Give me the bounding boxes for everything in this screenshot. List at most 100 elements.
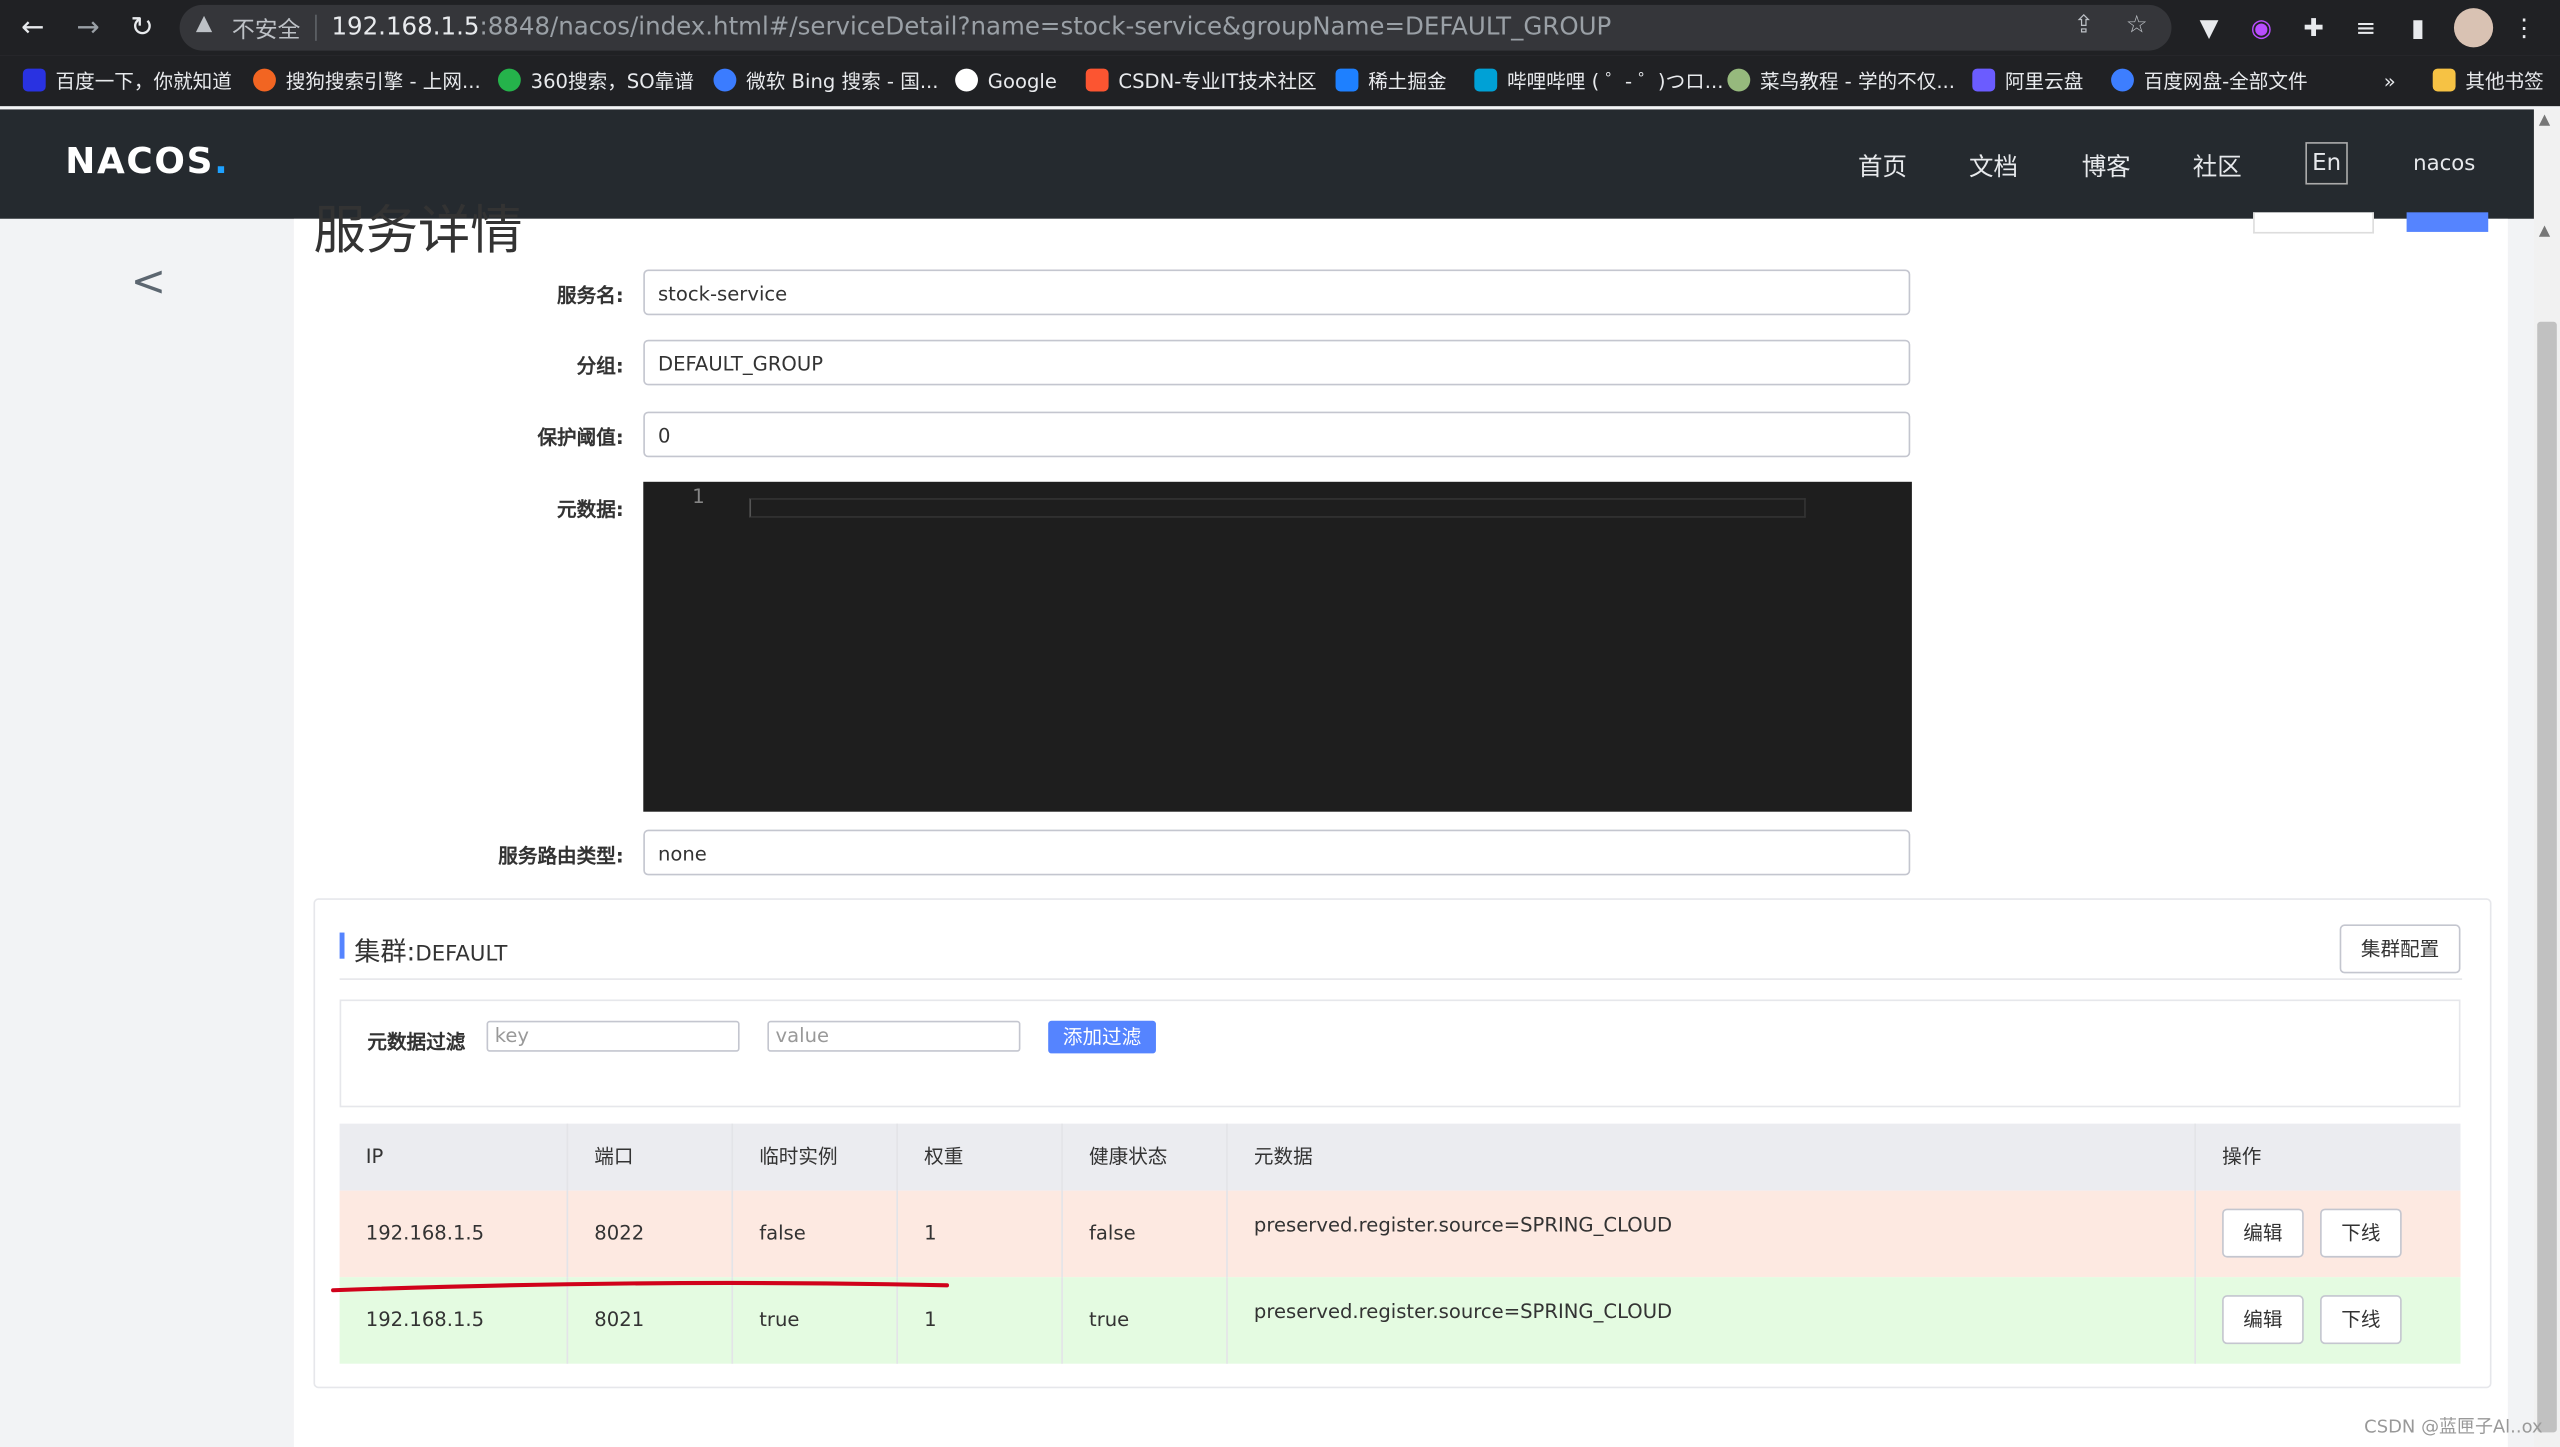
title-action-button[interactable] xyxy=(2253,212,2374,234)
service-detail-panel: 服务详情 服务名: stock-service 分组: DEFAULT_GROU… xyxy=(293,199,2508,1447)
edit-button[interactable]: 编辑 xyxy=(2222,1295,2304,1345)
reload-icon[interactable]: ↻ xyxy=(122,8,161,47)
browser-toolbar: ← → ↻ ▲ 不安全 192.168.1.5:8848/nacos/index… xyxy=(0,0,2560,56)
bookmark-aliyundrive[interactable]: 阿里云盘 xyxy=(1972,67,2083,96)
header-weight: 权重 xyxy=(898,1123,1063,1191)
cluster-accent-bar xyxy=(339,932,345,959)
profile-avatar[interactable] xyxy=(2453,8,2494,48)
nav-community[interactable]: 社区 xyxy=(2193,149,2242,183)
edit-button[interactable]: 编辑 xyxy=(2222,1208,2304,1258)
nav-docs[interactable]: 文档 xyxy=(1969,149,2018,183)
cell-ip: 192.168.1.5 xyxy=(340,1190,569,1278)
cell-port: 8021 xyxy=(568,1277,734,1364)
scroll-mid-icon[interactable]: ▲ xyxy=(2539,224,2550,240)
selector-type-label: 服务路由类型: xyxy=(498,844,624,868)
back-arrow-icon[interactable]: < xyxy=(131,258,167,307)
title-primary-button[interactable] xyxy=(2406,212,2489,232)
editor-line-number: 1 xyxy=(692,485,705,508)
sidepanel-icon[interactable]: ▮ xyxy=(2400,10,2436,46)
page-title: 服务详情 xyxy=(313,199,523,262)
menu-icon[interactable]: ⋮ xyxy=(2506,10,2542,46)
table-row: 192.168.1.5 8022 false 1 false preserved… xyxy=(339,1190,2461,1278)
cluster-divider xyxy=(339,978,2463,980)
cluster-config-button[interactable]: 集群配置 xyxy=(2339,924,2461,974)
star-icon[interactable]: ☆ xyxy=(2126,10,2148,39)
language-switch[interactable]: En xyxy=(2305,142,2348,185)
protect-threshold-label: 保护阈值: xyxy=(537,426,624,450)
bookmark-runoob[interactable]: 菜鸟教程 - 学的不仅... xyxy=(1727,67,1955,96)
main-content: < 服务详情 服务名: stock-service 分组: DEFAULT_GR… xyxy=(0,199,2534,1447)
bookmark-csdn[interactable]: CSDN-专业IT技术社区 xyxy=(1085,67,1317,96)
table-header: IP 端口 临时实例 权重 健康状态 元数据 操作 xyxy=(339,1123,2461,1191)
cell-weight: 1 xyxy=(898,1277,1063,1364)
cell-actions: 编辑 下线 xyxy=(2196,1191,2460,1278)
offline-button[interactable]: 下线 xyxy=(2320,1295,2402,1345)
service-name-label: 服务名: xyxy=(557,284,624,308)
group-field[interactable]: DEFAULT_GROUP xyxy=(643,339,1911,386)
header-ephemeral: 临时实例 xyxy=(733,1123,898,1191)
filter-key-input[interactable]: key xyxy=(486,1020,740,1052)
add-filter-button[interactable]: 添加过滤 xyxy=(1048,1020,1156,1054)
extension-icon[interactable]: ◉ xyxy=(2243,10,2279,46)
header-actions: 操作 xyxy=(2222,1144,2262,1168)
bookmark-juejin[interactable]: 稀土掘金 xyxy=(1335,67,1447,96)
editor-current-line xyxy=(749,498,1806,518)
bookmark-google[interactable]: Google xyxy=(955,67,1057,96)
url-host: 192.168.1.5 xyxy=(331,11,480,41)
scroll-up-icon[interactable]: ▲ xyxy=(2539,113,2550,129)
page-scrollbar[interactable]: ▲ ▲ xyxy=(2533,109,2560,1447)
cell-metadata: preserved.register.source=SPRING_CLOUD xyxy=(1228,1277,2196,1364)
back-icon[interactable]: ← xyxy=(13,8,52,47)
service-name-field[interactable]: stock-service xyxy=(643,269,1911,316)
bookmark-sogou[interactable]: 搜狗搜索引擎 - 上网... xyxy=(253,67,481,96)
share-icon[interactable]: ⇪ xyxy=(2074,10,2095,39)
user-menu[interactable]: nacos xyxy=(2413,152,2475,176)
bookmark-baidu[interactable]: 百度一下，你就知道 xyxy=(22,67,232,96)
metadata-filter-label: 元数据过滤 xyxy=(367,1030,466,1054)
header-metadata: 元数据 xyxy=(1228,1123,2196,1191)
bookmarks-bar: 百度一下，你就知道 搜狗搜索引擎 - 上网... 360搜索，SO靠谱 微软 B… xyxy=(0,55,2560,107)
nav-blog[interactable]: 博客 xyxy=(2082,149,2131,183)
cell-metadata: preserved.register.source=SPRING_CLOUD xyxy=(1228,1190,2196,1278)
puzzle-icon[interactable]: ✚ xyxy=(2296,10,2332,46)
warning-icon: ▲ xyxy=(195,11,213,36)
omnibox-divider xyxy=(315,14,317,41)
metadata-editor[interactable]: 1 xyxy=(643,481,1912,812)
bookmark-360[interactable]: 360搜索，SO靠谱 xyxy=(497,67,694,96)
header-ip: IP xyxy=(340,1123,569,1191)
selector-type-field[interactable]: none xyxy=(643,829,1911,876)
forward-icon[interactable]: → xyxy=(69,8,108,47)
offline-button[interactable]: 下线 xyxy=(2320,1208,2402,1258)
metadata-filter: 元数据过滤 key value 添加过滤 xyxy=(339,999,2461,1108)
cell-weight: 1 xyxy=(898,1190,1063,1278)
screenshot-page: ← → ↻ ▲ 不安全 192.168.1.5:8848/nacos/index… xyxy=(0,0,2560,1447)
bookmark-bing[interactable]: 微软 Bing 搜索 - 国... xyxy=(713,67,939,96)
vue-devtools-icon[interactable]: ▼ xyxy=(2191,10,2227,46)
cell-port: 8022 xyxy=(568,1190,734,1278)
cluster-title: 集群:DEFAULT xyxy=(354,935,508,967)
cluster-name: DEFAULT xyxy=(415,942,508,967)
protect-threshold-field[interactable]: 0 xyxy=(643,411,1911,458)
cell-ephemeral: true xyxy=(733,1277,898,1364)
group-label: 分组: xyxy=(576,354,624,378)
bookmark-other[interactable]: 其他书签 xyxy=(2432,67,2544,96)
url-text[interactable]: 192.168.1.5:8848/nacos/index.html#/servi… xyxy=(331,11,1611,40)
table-row: 192.168.1.5 8021 true 1 true preserved.r… xyxy=(339,1277,2461,1364)
nav-home[interactable]: 首页 xyxy=(1858,149,1907,183)
bookmark-bilibili[interactable]: 哔哩哔哩 ( ゜- ゜)つロ... xyxy=(1474,67,1723,96)
filter-value-input[interactable]: value xyxy=(767,1020,1021,1052)
more-bookmarks-icon[interactable]: » xyxy=(2384,67,2396,96)
url-path: :8848/nacos/index.html#/serviceDetail?na… xyxy=(479,11,1612,41)
cluster-panel: 集群:DEFAULT 集群配置 元数据过滤 key value 添加过滤 IP … xyxy=(313,898,2492,1389)
insecure-label: 不安全 xyxy=(231,17,301,45)
reading-list-icon[interactable]: ≡ xyxy=(2348,10,2384,46)
cell-ephemeral: false xyxy=(733,1190,898,1278)
cell-healthy: false xyxy=(1063,1190,1228,1278)
scroll-thumb[interactable] xyxy=(2537,321,2557,1433)
header-healthy: 健康状态 xyxy=(1063,1123,1228,1191)
nacos-logo[interactable]: NACOS. xyxy=(65,142,229,183)
header-port: 端口 xyxy=(568,1123,734,1191)
bookmark-baidupan[interactable]: 百度网盘-全部文件 xyxy=(2111,67,2308,96)
watermark: CSDN @蓝匣子Al..ox xyxy=(2364,1415,2543,1438)
address-bar[interactable]: ▲ 不安全 192.168.1.5:8848/nacos/index.html#… xyxy=(179,4,2172,51)
